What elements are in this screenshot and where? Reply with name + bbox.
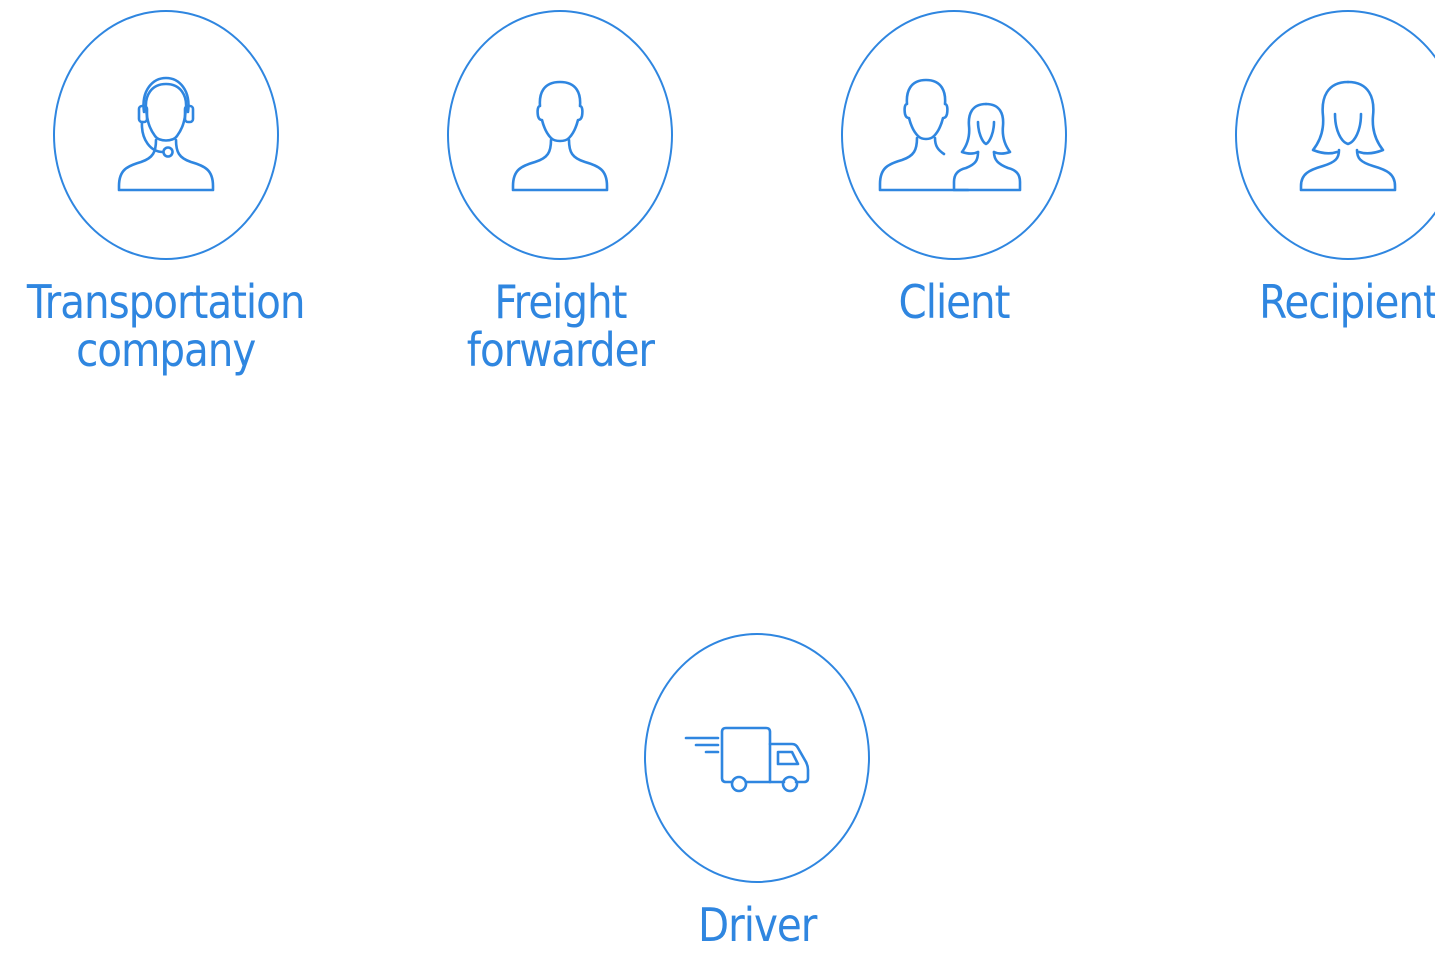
role-circle xyxy=(53,10,279,260)
role-label: Client xyxy=(898,275,1011,329)
role-label-line: Freight xyxy=(493,275,627,329)
delivery-truck-icon xyxy=(684,726,810,793)
role-label: Transportation company xyxy=(27,275,306,377)
role-circle xyxy=(644,633,870,883)
male-person-icon xyxy=(511,80,609,192)
role-circle xyxy=(1235,10,1435,260)
two-people-icon xyxy=(878,78,1022,192)
role-freight-forwarder: Freight forwarder xyxy=(360,10,760,374)
headset-person-icon xyxy=(117,76,215,192)
role-label: Driver xyxy=(697,898,817,952)
role-label-line: company xyxy=(76,323,256,377)
role-circle xyxy=(447,10,673,260)
role-label-line: Driver xyxy=(697,898,817,952)
role-transportation-company: Transportation company xyxy=(0,10,366,374)
role-label: Freight forwarder xyxy=(466,275,654,377)
female-person-icon xyxy=(1299,80,1397,192)
role-label-line: Client xyxy=(898,275,1011,329)
role-label: Recipient xyxy=(1259,278,1435,326)
role-label-line: Recipient xyxy=(1258,275,1435,329)
role-recipient: Recipient xyxy=(1148,10,1435,326)
role-driver: Driver xyxy=(557,633,957,949)
role-client: Client xyxy=(754,10,1154,326)
role-label-line: forwarder xyxy=(466,323,654,377)
role-circle xyxy=(841,10,1067,260)
role-label-line: Transportation xyxy=(27,275,306,329)
